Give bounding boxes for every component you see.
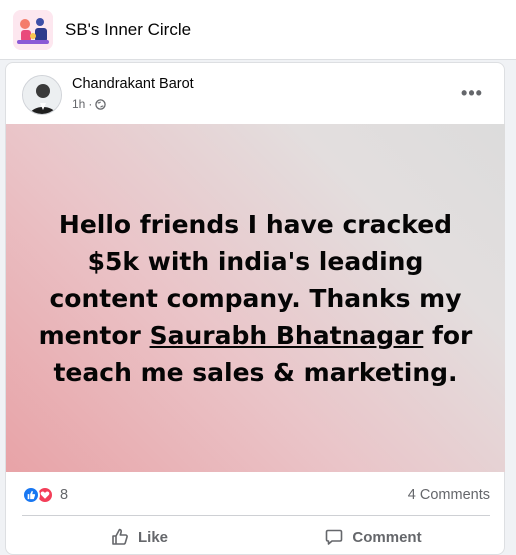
reaction-icons[interactable]: [22, 486, 54, 504]
like-label: Like: [137, 528, 168, 546]
globe-icon[interactable]: [95, 98, 107, 110]
mention-link[interactable]: Saurabh Bhatnagar: [150, 321, 424, 350]
author-name[interactable]: Chandrakant Barot: [72, 76, 194, 92]
comment-button[interactable]: Comment: [256, 519, 490, 555]
post-meta: 1h ·: [72, 97, 107, 111]
comment-label: Comment: [352, 528, 422, 546]
meta-separator: ·: [88, 97, 93, 111]
author-avatar[interactable]: [22, 75, 62, 115]
post-text-background: Hello friends I have cracked $5k with in…: [6, 124, 505, 472]
group-logo-icon[interactable]: [13, 9, 53, 50]
action-bar: Like Comment: [22, 519, 490, 555]
post-text: Hello friends I have cracked $5k with in…: [34, 206, 477, 391]
post-header: Chandrakant Barot 1h · •••: [6, 63, 504, 123]
group-header: SB's Inner Circle: [0, 0, 516, 60]
thumbs-up-icon: [110, 527, 138, 547]
reaction-count[interactable]: 8: [60, 487, 68, 503]
post-card: Chandrakant Barot 1h · ••• Hello friends…: [5, 62, 505, 555]
like-reaction-icon: [22, 486, 40, 504]
post-time[interactable]: 1h: [72, 97, 85, 111]
reactions-row: 8 4 Comments: [22, 483, 490, 507]
action-divider: [22, 515, 490, 516]
comments-count-link[interactable]: 4 Comments: [408, 487, 490, 503]
group-name[interactable]: SB's Inner Circle: [65, 20, 191, 40]
like-button[interactable]: Like: [22, 519, 256, 555]
comment-icon: [324, 527, 352, 547]
more-options-button[interactable]: •••: [456, 79, 488, 107]
